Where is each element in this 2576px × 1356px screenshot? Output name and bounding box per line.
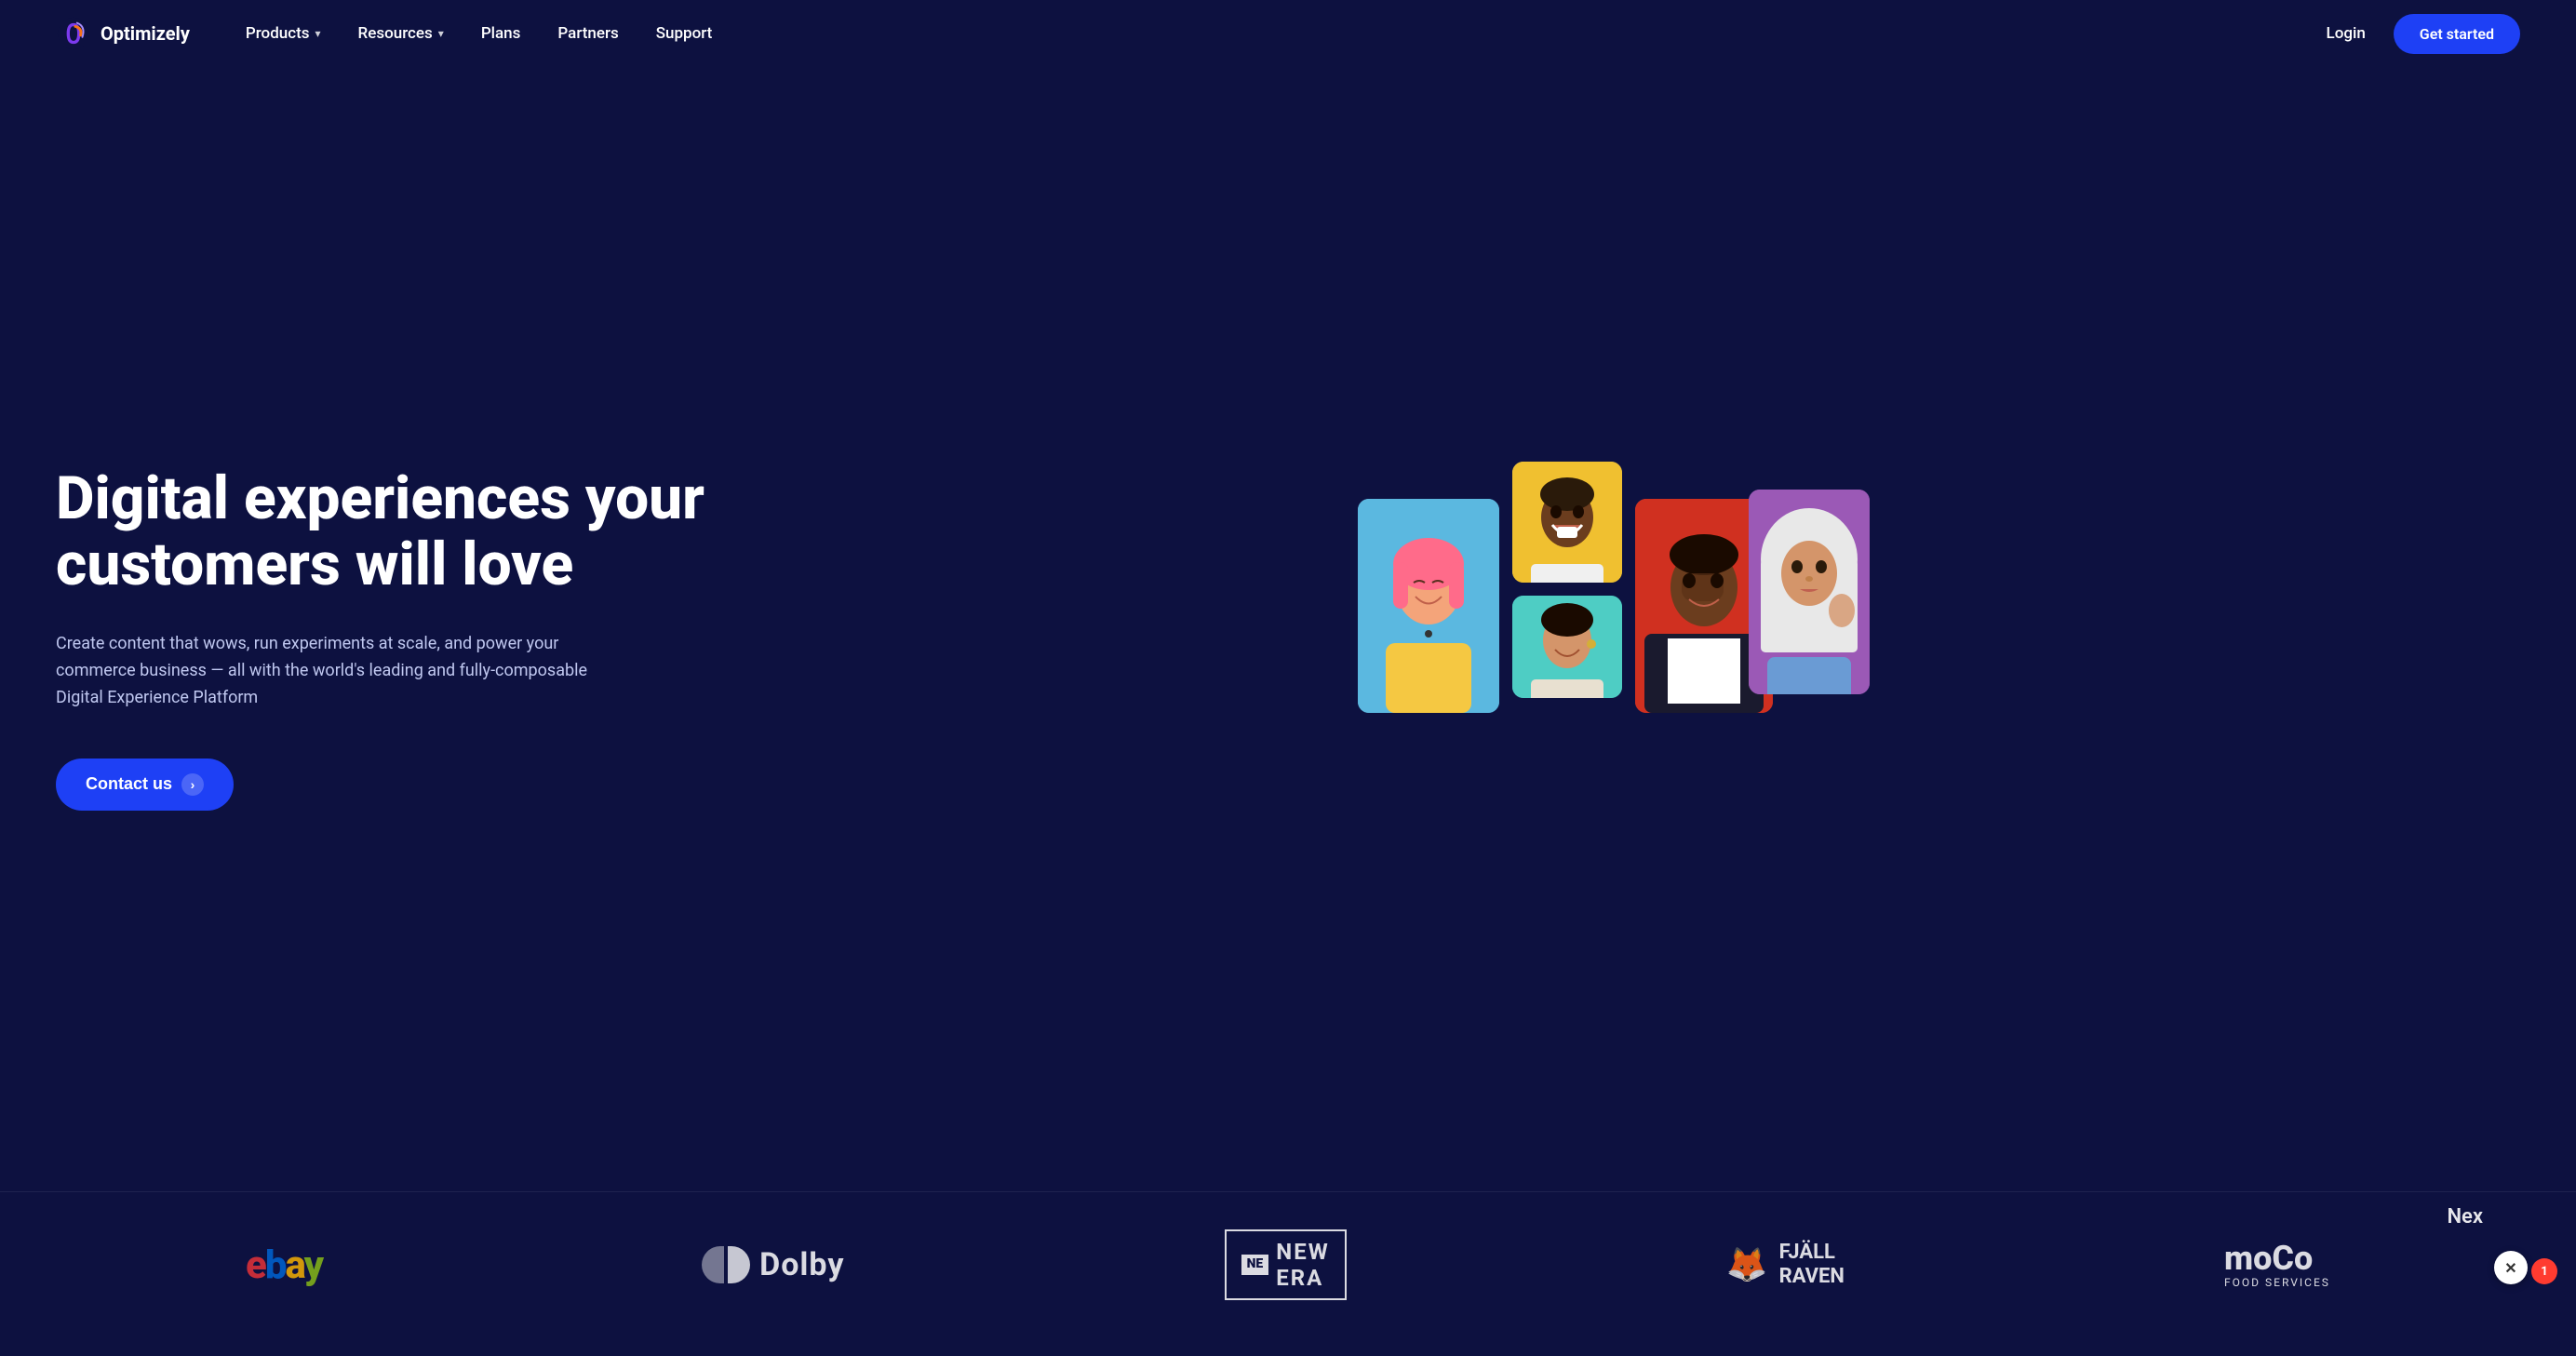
image-collage bbox=[1358, 462, 1870, 815]
hero-images bbox=[707, 443, 2520, 834]
nav-products[interactable]: Products ▾ bbox=[246, 24, 321, 43]
fjallraven-logo: 🦊 FJÄLLRAVEN bbox=[1726, 1241, 1845, 1290]
nav-right: Login Get started bbox=[2327, 14, 2520, 54]
nav-plans[interactable]: Plans bbox=[481, 24, 521, 43]
nav-links: Products ▾ Resources ▾ Plans Partners Su… bbox=[246, 24, 2327, 43]
nav-partners[interactable]: Partners bbox=[557, 24, 618, 43]
logo-text: Optimizely bbox=[101, 22, 190, 45]
new-era-text: NEWERA bbox=[1276, 1239, 1329, 1291]
optimizely-logo-icon bbox=[56, 16, 91, 51]
hero-description: Create content that wows, run experiment… bbox=[56, 631, 596, 711]
hero-title: Digital experiences your customers will … bbox=[56, 466, 707, 597]
logo-link[interactable]: Optimizely bbox=[56, 16, 190, 51]
nav-support[interactable]: Support bbox=[656, 24, 713, 43]
login-link[interactable]: Login bbox=[2327, 24, 2366, 43]
new-era-flag: NE NEWERA bbox=[1241, 1239, 1330, 1291]
hero-image-2 bbox=[1512, 462, 1622, 583]
contact-us-button[interactable]: Contact us › bbox=[56, 759, 234, 811]
dolby-text: Dolby bbox=[759, 1246, 844, 1283]
hero-content: Digital experiences your customers will … bbox=[56, 466, 707, 810]
resources-chevron-icon: ▾ bbox=[438, 27, 444, 40]
ebay-logo-text: ebay bbox=[246, 1242, 322, 1288]
nex-text: Nex bbox=[2447, 1205, 2483, 1228]
products-chevron-icon: ▾ bbox=[315, 27, 321, 40]
close-icon: ✕ bbox=[2504, 1259, 2516, 1277]
get-started-button[interactable]: Get started bbox=[2394, 14, 2520, 54]
fjallraven-icon: 🦊 bbox=[1726, 1245, 1768, 1284]
hero-section: Digital experiences your customers will … bbox=[0, 67, 2576, 1191]
ne-flag: NE bbox=[1241, 1255, 1269, 1274]
moco-logo: moCo FOOD SERVICES bbox=[2224, 1242, 2330, 1288]
dolby-icon-left bbox=[702, 1246, 724, 1283]
dolby-logo: Dolby bbox=[702, 1246, 844, 1283]
moco-text: moCo FOOD SERVICES bbox=[2224, 1242, 2330, 1288]
new-era-box: NE NEWERA bbox=[1225, 1229, 1347, 1300]
close-button[interactable]: ✕ bbox=[2494, 1251, 2528, 1284]
dolby-icon-right bbox=[728, 1246, 750, 1283]
hero-image-3 bbox=[1512, 596, 1622, 698]
ebay-logo: ebay bbox=[246, 1242, 322, 1288]
arrow-icon: › bbox=[181, 773, 204, 796]
new-era-logo: NE NEWERA bbox=[1225, 1229, 1347, 1300]
nav-resources[interactable]: Resources ▾ bbox=[358, 24, 444, 43]
notification-badge[interactable]: 1 bbox=[2531, 1258, 2557, 1284]
fjallraven-text: FJÄLLRAVEN bbox=[1779, 1241, 1845, 1290]
hero-image-1 bbox=[1358, 499, 1499, 713]
hero-image-5 bbox=[1749, 490, 1870, 694]
navigation: Optimizely Products ▾ Resources ▾ Plans … bbox=[0, 0, 2576, 67]
logos-section: ebay Dolby NE NEWERA 🦊 FJÄLLRAVEN moCo F… bbox=[0, 1191, 2576, 1356]
